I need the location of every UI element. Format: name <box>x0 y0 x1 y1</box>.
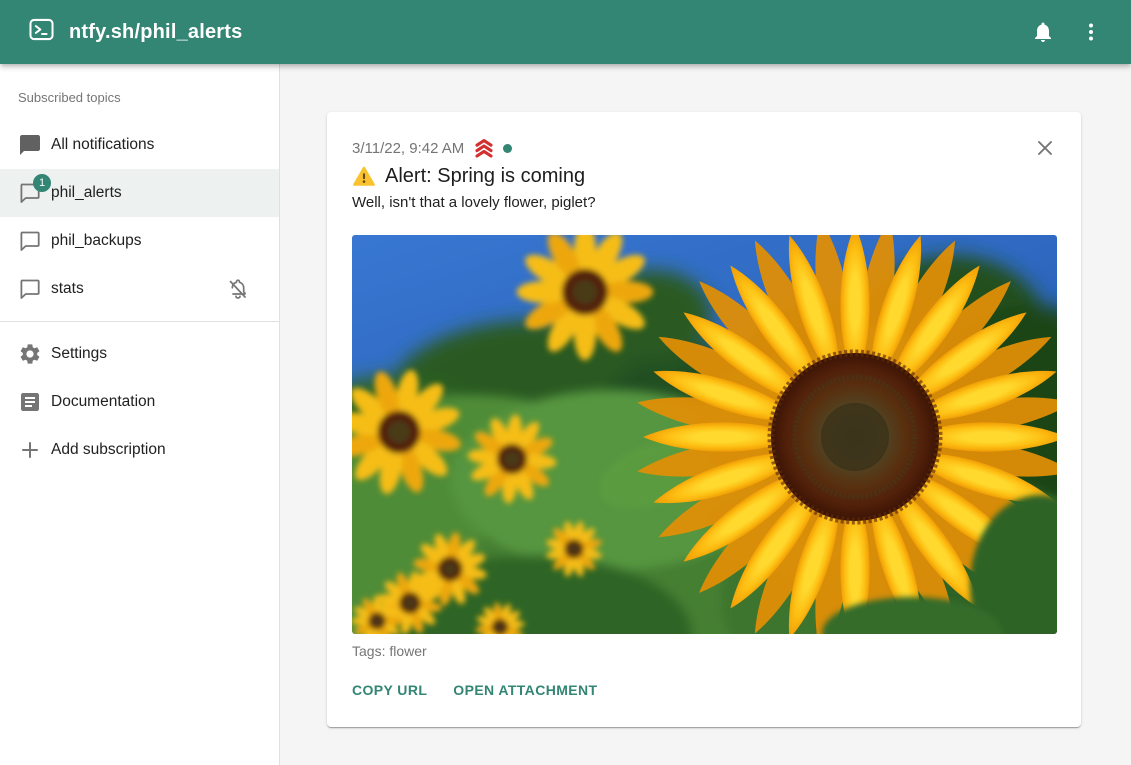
notification-timestamp: 3/11/22, 9:42 AM <box>352 140 464 157</box>
main-content: 3/11/22, 9:42 AM <box>280 64 1131 765</box>
notification-card: 3/11/22, 9:42 AM <box>327 112 1081 727</box>
sidebar-item-label: phil_alerts <box>51 184 122 202</box>
close-icon <box>1033 136 1057 160</box>
kebab-menu-button[interactable] <box>1067 8 1115 56</box>
chat-bubble-filled-icon <box>18 133 42 157</box>
sidebar-item-label: All notifications <box>51 136 154 154</box>
chat-bubble-outline-icon <box>18 229 42 253</box>
sidebar-item-add-subscription[interactable]: Add subscription <box>0 426 279 474</box>
chat-bubble-outline-icon <box>18 277 42 301</box>
chat-bubble-outline-icon: 1 <box>18 181 42 205</box>
ntfy-terminal-logo-icon <box>28 16 55 48</box>
sidebar-item-phil-alerts[interactable]: 1 phil_alerts <box>0 169 279 217</box>
sidebar: Subscribed topics All notifications 1 ph… <box>0 64 280 765</box>
notification-title: Alert: Spring is coming <box>385 165 585 188</box>
notification-meta: 3/11/22, 9:42 AM <box>352 138 1057 158</box>
notification-title-row: Alert: Spring is coming <box>352 162 1057 190</box>
gear-icon <box>18 342 42 366</box>
sidebar-item-settings[interactable]: Settings <box>0 330 279 378</box>
sidebar-item-label: stats <box>51 280 84 298</box>
notification-tags: Tags: flower <box>352 643 1057 661</box>
attachment-image-sunflowers[interactable] <box>352 235 1057 634</box>
bell-icon <box>1031 20 1055 44</box>
subscribed-topics-label: Subscribed topics <box>0 64 279 121</box>
sidebar-item-stats[interactable]: stats <box>0 265 279 313</box>
bell-off-icon <box>226 277 250 301</box>
kebab-menu-icon <box>1079 20 1103 44</box>
notification-body: Well, isn't that a lovely flower, piglet… <box>352 194 1057 214</box>
unread-dot <box>503 144 512 153</box>
close-notification-button[interactable] <box>1033 136 1057 160</box>
open-attachment-button[interactable]: OPEN ATTACHMENT <box>453 677 605 703</box>
unread-count-badge: 1 <box>33 174 51 192</box>
sidebar-item-phil-backups[interactable]: phil_backups <box>0 217 279 265</box>
notification-actions: COPY URL OPEN ATTACHMENT <box>352 677 1057 703</box>
sidebar-divider <box>0 321 279 322</box>
sidebar-item-all-notifications[interactable]: All notifications <box>0 121 279 169</box>
notifications-bell-button[interactable] <box>1019 8 1067 56</box>
sidebar-item-label: Settings <box>51 345 107 363</box>
sidebar-item-label: Documentation <box>51 393 155 411</box>
priority-max-icon <box>473 138 495 158</box>
plus-icon <box>18 438 42 462</box>
appbar-title: ntfy.sh/phil_alerts <box>69 21 242 44</box>
sidebar-item-label: phil_backups <box>51 232 141 250</box>
warning-triangle-icon <box>352 165 376 188</box>
copy-url-button[interactable]: COPY URL <box>352 677 435 703</box>
sidebar-item-label: Add subscription <box>51 441 166 459</box>
article-icon <box>18 390 42 414</box>
sidebar-item-documentation[interactable]: Documentation <box>0 378 279 426</box>
appbar: ntfy.sh/phil_alerts <box>0 0 1131 64</box>
